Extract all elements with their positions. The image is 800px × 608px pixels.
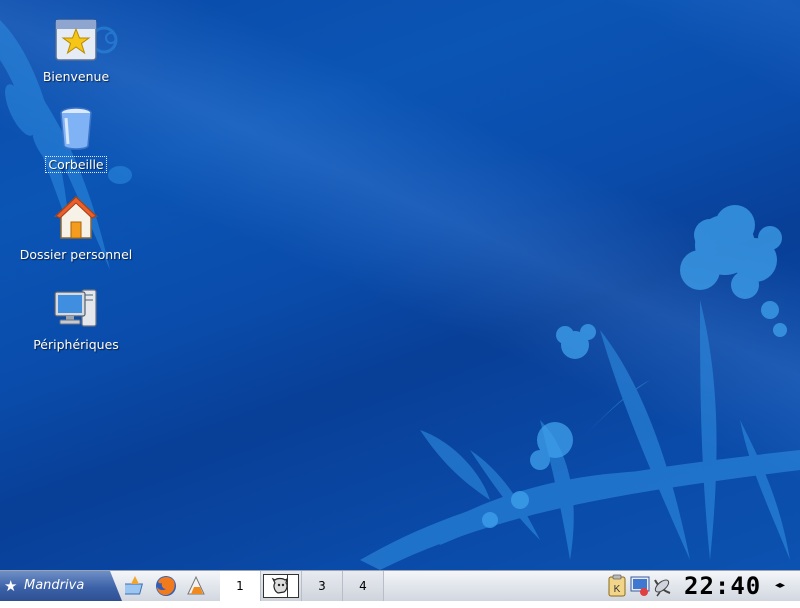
desktop-icon-welcome[interactable]: Bienvenue [6,16,146,85]
office-icon[interactable] [184,574,208,598]
window-thumbnail [263,574,299,598]
satellite-dish-icon[interactable] [652,574,674,598]
desktop-shortcut-icon[interactable] [121,574,149,598]
network-monitor-icon[interactable] [629,574,651,598]
desktop-switch-2[interactable] [261,571,302,601]
desktop-pager: 1 3 4 [220,571,384,601]
desktop-icon-home[interactable]: Dossier personnel [6,194,146,263]
desktop-icon-label: Corbeille [45,156,107,173]
mandriva-star-icon: ★ [4,577,18,595]
taskbar-scroll-arrows[interactable]: ◂▸ [764,571,796,601]
desktop-icon-label: Périphériques [33,337,119,352]
taskbar: ★ Mandriva 1 3 4 K 22:40 ◂▸ [0,570,800,601]
desktop-switch-4[interactable]: 4 [343,571,384,601]
start-menu-label: Mandriva [24,578,85,593]
welcome-star-icon [52,16,100,64]
svg-text:K: K [614,584,621,595]
home-folder-icon [52,194,100,242]
desktop-icon-label: Dossier personnel [19,247,133,262]
klipper-icon[interactable]: K [606,574,628,598]
computer-icon [52,284,100,332]
konqueror-icon [271,577,288,594]
start-menu-button[interactable]: ★ Mandriva [0,571,122,601]
desktop-number: 1 [236,579,244,593]
desktop-switch-3[interactable]: 3 [302,571,343,601]
desktop-icon-devices[interactable]: Périphériques [6,284,146,353]
trash-icon [52,104,100,152]
firefox-icon[interactable] [154,574,178,598]
desktop-wallpaper: Bienvenue Corbeille Dossier personnel Pé… [0,0,800,570]
desktop-icon-label: Bienvenue [42,69,110,84]
desktop-switch-1[interactable]: 1 [220,571,261,601]
system-tray: K [606,574,678,598]
clock[interactable]: 22:40 [684,571,760,601]
desktop-icon-trash[interactable]: Corbeille [6,104,146,173]
desktop-number: 3 [318,579,326,593]
desktop-number: 4 [359,579,367,593]
